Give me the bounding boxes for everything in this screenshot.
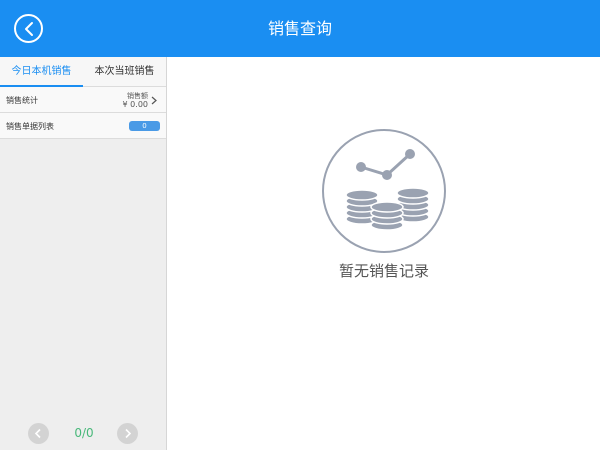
sales-stats-row[interactable]: 销售统计 销售额 ¥ 0.00 (0, 87, 166, 113)
sales-receipt-list-row[interactable]: 销售单据列表 0 (0, 113, 166, 139)
chevron-right-icon (125, 428, 132, 439)
next-page-button[interactable] (117, 423, 138, 444)
sales-receipt-list-label: 销售单据列表 (6, 122, 54, 131)
coins-chart-icon (322, 129, 446, 253)
sidebar: 今日本机销售 本次当班销售 销售统计 销售额 ¥ 0.00 销售单据列表 0 0… (0, 57, 167, 450)
empty-state: 暂无销售记录 (168, 57, 600, 450)
tab-bar: 今日本机销售 本次当班销售 (0, 57, 166, 87)
tab-today-device-sales[interactable]: 今日本机销售 (0, 57, 83, 87)
receipt-count-badge: 0 (129, 121, 160, 131)
page-indicator: 0/0 (74, 426, 94, 440)
header-bar: 销售查询 (0, 0, 600, 57)
previous-page-button[interactable] (28, 423, 49, 444)
sales-amount-value: ¥ 0.00 (122, 100, 148, 109)
chevron-left-icon (34, 428, 41, 439)
pagination: 0/0 (0, 420, 166, 446)
empty-state-message: 暂无销售记录 (338, 262, 429, 280)
chevron-right-icon (151, 96, 157, 105)
page-title: 销售查询 (267, 19, 332, 38)
sales-stats-label: 销售统计 (6, 96, 38, 105)
tab-current-shift-sales[interactable]: 本次当班销售 (83, 57, 166, 87)
